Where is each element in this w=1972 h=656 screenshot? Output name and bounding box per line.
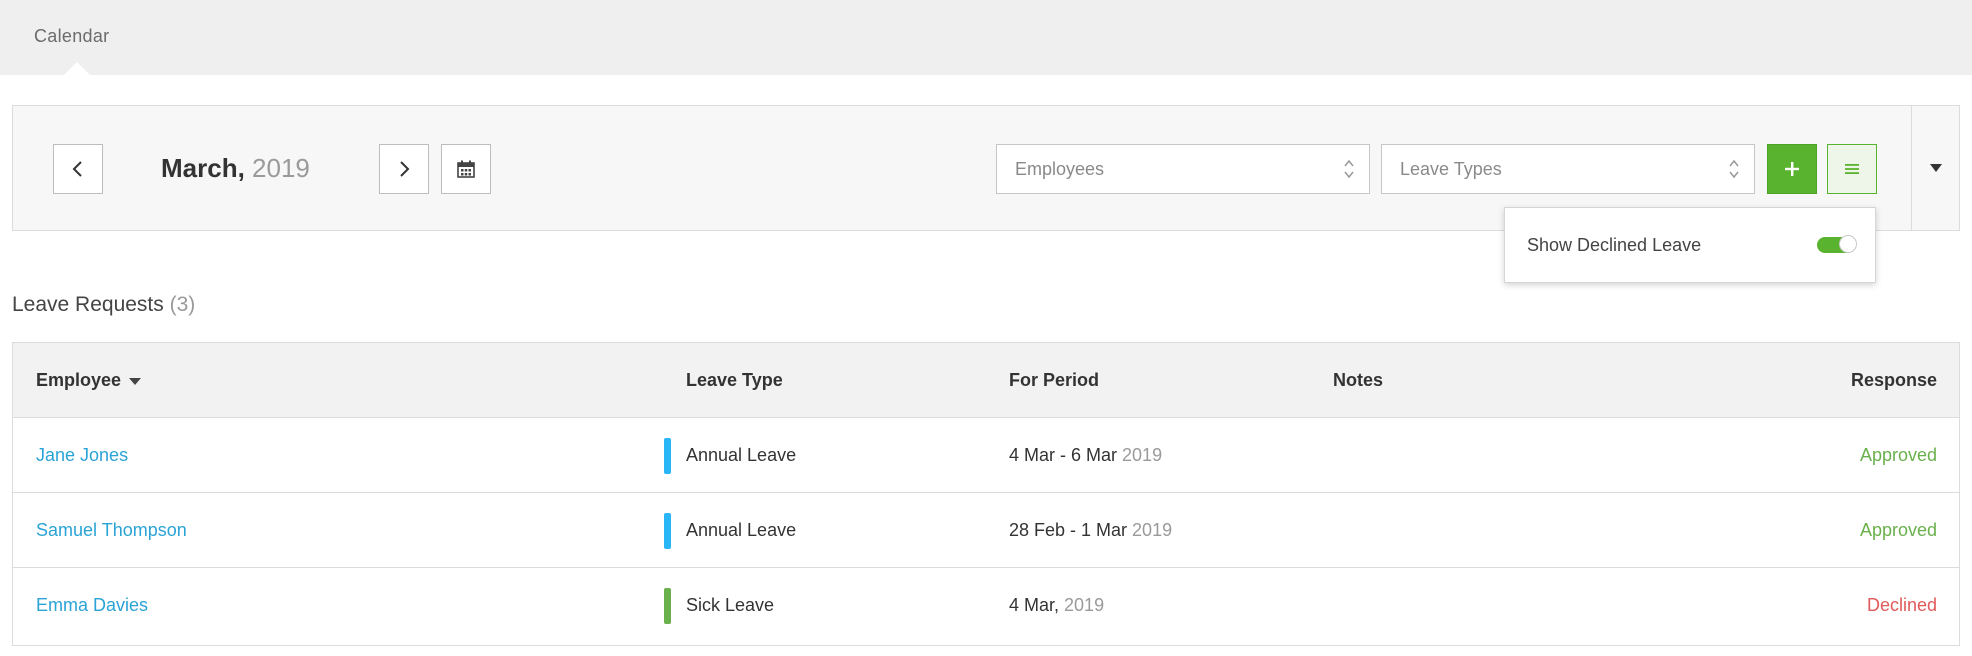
leave-type-color-bar — [664, 588, 671, 624]
employee-link[interactable]: Emma Davies — [36, 595, 148, 616]
table-row: Jane Jones Annual Leave 4 Mar - 6 Mar 20… — [13, 418, 1959, 493]
period-dates: 4 Mar - 6 Mar — [1009, 445, 1118, 465]
chevron-left-icon — [72, 161, 82, 177]
response-status: Declined — [1866, 595, 1937, 615]
employee-link[interactable]: Samuel Thompson — [36, 520, 187, 541]
options-popover: Show Declined Leave — [1504, 207, 1876, 283]
next-month-button[interactable] — [379, 144, 429, 194]
period-cell: 4 Mar - 6 Mar 2019 — [1009, 445, 1162, 466]
menu-icon — [1845, 164, 1859, 174]
leave-requests-table: Employee Leave Type For Period Notes Res… — [12, 342, 1960, 646]
leave-requests-heading: Leave Requests — [12, 293, 164, 316]
active-tab-indicator — [64, 62, 90, 75]
leave-requests-title: Leave Requests (3) — [12, 293, 195, 317]
leave-type-cell: Sick Leave — [664, 588, 775, 624]
select-arrows-icon — [1729, 159, 1739, 179]
column-header-leave-type: Leave Type — [686, 370, 783, 390]
leave-type-color-bar — [664, 438, 671, 474]
calendar-icon — [457, 160, 475, 178]
employees-select-placeholder: Employees — [1015, 158, 1105, 179]
toggle-knob — [1839, 235, 1857, 253]
column-header-for-period: For Period — [1009, 370, 1100, 390]
collapse-toolbar-button[interactable] — [1911, 105, 1960, 231]
month-title: March, 2019 — [161, 153, 310, 184]
table-header: Employee Leave Type For Period Notes Res… — [13, 343, 1959, 418]
response-status: Approved — [1859, 445, 1937, 465]
caret-down-icon — [1930, 164, 1942, 172]
column-header-notes: Notes — [1333, 370, 1384, 390]
leave-type-cell: Annual Leave — [664, 513, 797, 549]
leave-requests-count: (3) — [169, 293, 196, 316]
show-declined-leave-toggle[interactable] — [1817, 235, 1857, 253]
column-header-response: Response — [1850, 370, 1937, 390]
options-menu-button[interactable] — [1827, 144, 1877, 194]
table-row: Emma Davies Sick Leave 4 Mar, 2019 Decli… — [13, 568, 1959, 643]
column-header-employee[interactable]: Employee — [36, 370, 142, 391]
leave-types-select[interactable]: Leave Types — [1381, 144, 1755, 194]
period-cell: 4 Mar, 2019 — [1009, 595, 1104, 616]
leave-type-color-bar — [664, 513, 671, 549]
column-header-employee-label: Employee — [36, 370, 122, 390]
period-year: 2019 — [1127, 520, 1173, 540]
employees-select[interactable]: Employees — [996, 144, 1370, 194]
period-year: 2019 — [1059, 595, 1105, 615]
add-leave-button[interactable] — [1767, 144, 1817, 194]
tab-calendar[interactable]: Calendar — [34, 26, 109, 47]
month-label: March, — [161, 153, 245, 183]
sort-desc-icon[interactable] — [129, 377, 142, 385]
leave-type-cell: Annual Leave — [664, 438, 797, 474]
leave-type-label: Annual Leave — [686, 520, 797, 540]
chevron-right-icon — [400, 161, 410, 177]
prev-month-button[interactable] — [53, 144, 103, 194]
leave-type-label: Annual Leave — [686, 445, 797, 465]
year-label: 2019 — [252, 153, 310, 183]
show-declined-leave-label: Show Declined Leave — [1527, 235, 1702, 255]
select-arrows-icon — [1344, 159, 1354, 179]
plus-icon — [1785, 162, 1799, 176]
period-dates: 4 Mar, — [1009, 595, 1060, 615]
top-nav: Calendar — [0, 0, 1972, 75]
calendar-picker-button[interactable] — [441, 144, 491, 194]
leave-type-label: Sick Leave — [686, 595, 775, 615]
leave-types-select-placeholder: Leave Types — [1400, 158, 1502, 179]
table-row: Samuel Thompson Annual Leave 28 Feb - 1 … — [13, 493, 1959, 568]
period-year: 2019 — [1117, 445, 1163, 465]
period-dates: 28 Feb - 1 Mar — [1009, 520, 1128, 540]
response-status: Approved — [1859, 520, 1937, 540]
period-cell: 28 Feb - 1 Mar 2019 — [1009, 520, 1172, 541]
employee-link[interactable]: Jane Jones — [36, 445, 128, 466]
